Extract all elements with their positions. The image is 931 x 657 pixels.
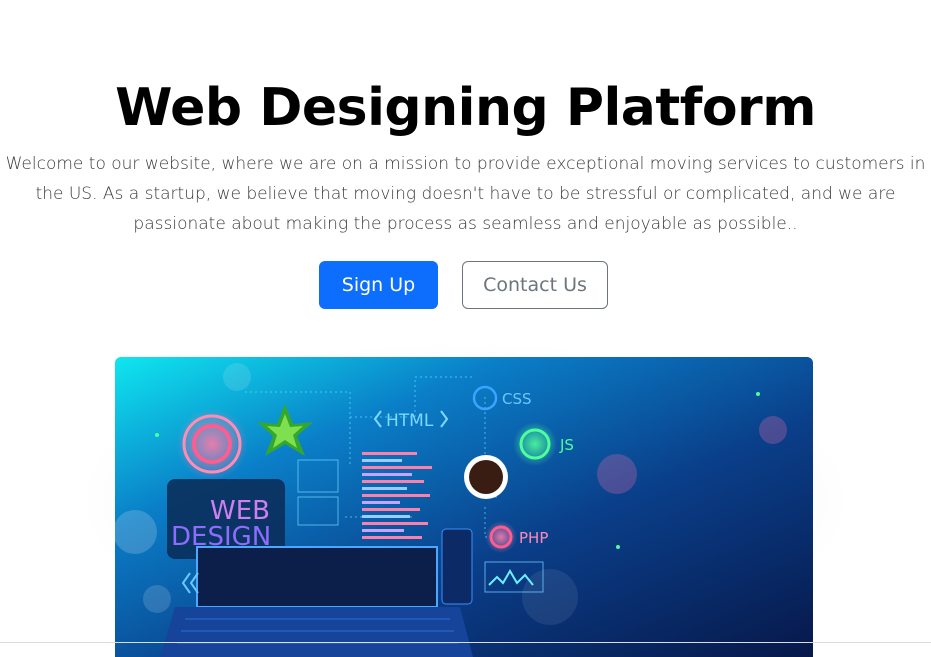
hero-illustration: WEB DESIGN HTML CSS JS PHP [115, 357, 813, 657]
sparkle-dot [616, 545, 620, 549]
laptop-screen-icon [196, 546, 438, 608]
sign-up-button[interactable]: Sign Up [319, 261, 438, 309]
hero-description: Welcome to our website, where we are on … [5, 154, 926, 234]
sparkle-dot [756, 392, 760, 396]
laptop-base-icon [160, 607, 473, 657]
js-label: JS [559, 436, 574, 454]
coffee-icon [469, 460, 503, 494]
bottom-divider [0, 642, 931, 643]
css-label: CSS [502, 390, 532, 408]
glow-circle [176, 408, 248, 480]
sparkle-dot [155, 433, 159, 437]
page-title: Web Designing Platform [115, 78, 816, 138]
phone-icon [441, 528, 473, 605]
contact-us-button[interactable]: Contact Us [462, 261, 608, 309]
php-label: PHP [519, 529, 548, 547]
web-design-illustration: WEB DESIGN HTML CSS JS PHP [115, 357, 813, 657]
bokeh-circle [143, 585, 171, 613]
html-label: HTML [386, 411, 434, 431]
bokeh-circle [522, 569, 578, 625]
bokeh-circle [223, 363, 251, 391]
landing-page: Web Designing Platform Welcome to our we… [0, 0, 931, 657]
bokeh-circle [115, 510, 157, 554]
bokeh-circle [597, 454, 637, 494]
bokeh-circle [759, 416, 787, 444]
